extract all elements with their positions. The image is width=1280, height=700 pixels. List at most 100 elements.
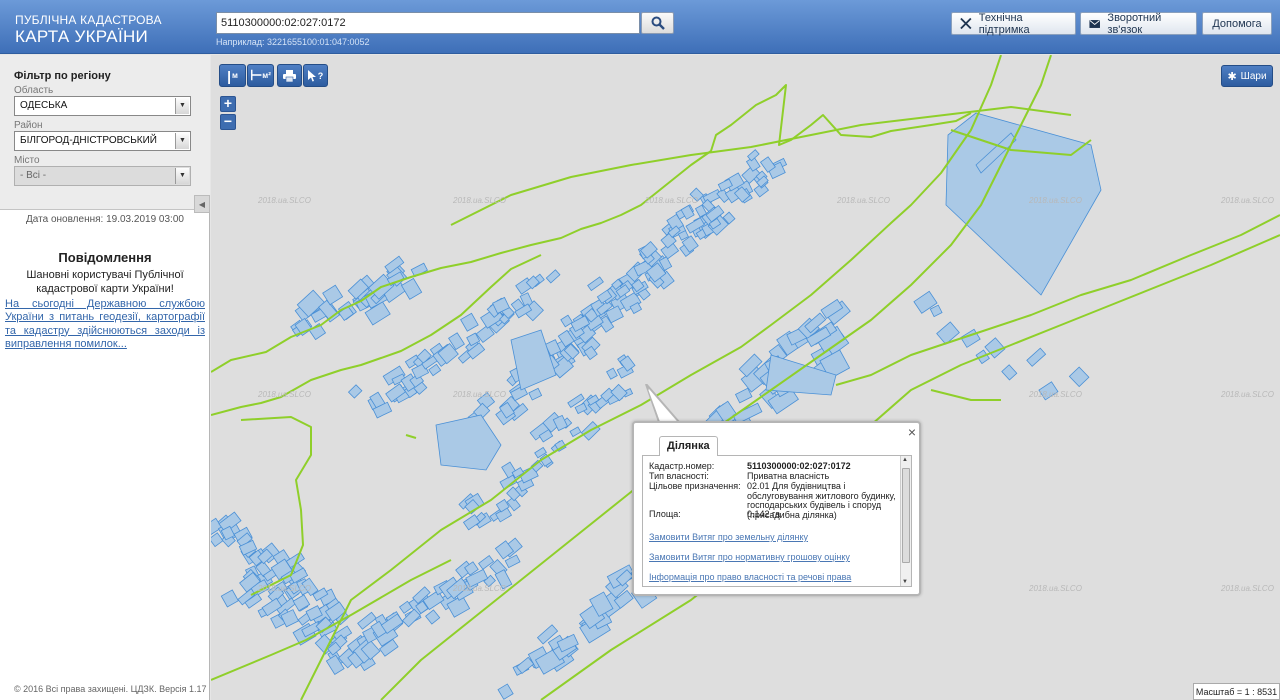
ownership-info-link[interactable]: Інформація про право власності та речові… [649,572,851,582]
city-select[interactable]: - Всі - ▼ [14,166,191,186]
chevron-down-icon[interactable]: ▼ [175,168,189,184]
row-key: Площа: [649,509,681,519]
land-parcel[interactable] [211,532,224,548]
identify-button[interactable]: ? [303,64,328,87]
logo-line-1: ПУБЛІЧНА КАДАСТРОВА [15,13,162,27]
boundary-line [405,434,417,439]
order-valuation-extract-link[interactable]: Замовити Витяг про нормативну грошову оц… [649,552,850,562]
land-parcel[interactable] [734,387,753,404]
rayon-select[interactable]: БІЛГОРОД-ДНІСТРОВСЬКИЙ ▼ [14,131,191,151]
land-parcel[interactable] [504,554,521,569]
measure-area-unit: м² [262,71,271,80]
layers-label: Шари [1240,70,1267,82]
print-icon [283,69,296,82]
land-parcel[interactable] [400,277,423,300]
map-drawing [211,55,1280,700]
popup-scrollbar[interactable]: ▲ ▼ [900,456,911,586]
land-parcel[interactable] [292,594,311,612]
row-value: 0.142 га [747,509,781,519]
cursor-icon [307,69,316,81]
land-parcel[interactable] [497,683,514,700]
notification-text: Шановні користувачі Публічної кадастрово… [26,269,184,295]
scrollbar-thumb[interactable] [902,468,910,563]
chevron-down-icon[interactable]: ▼ [175,133,189,149]
cadastral-search-input[interactable] [216,12,640,34]
map-canvas[interactable]: | м ⊢ м² ? + − ✱ Шари 2018.ua.SLCO 2018.ua… [211,55,1280,700]
watermark: 2018.ua.SLCO [258,196,311,205]
boundary-line [930,389,1001,401]
land-parcel[interactable] [425,609,441,625]
oblast-value: ОДЕСЬКА [20,100,68,111]
help-button[interactable]: Допомога [1202,12,1272,35]
popup-pointer [645,384,681,424]
copyright: © 2016 Всі права захищені. ЦДЗК. Версія … [14,684,207,694]
watermark: 2018.ua.SLCO [645,196,698,205]
land-parcel[interactable] [220,589,239,608]
print-button[interactable] [277,64,302,87]
sidebar: Фільтр по регіону Область ОДЕСЬКА ▼ Райо… [0,55,210,700]
land-parcel[interactable] [569,426,582,438]
land-parcel[interactable] [545,269,561,284]
update-date: Дата оновлення: 19.03.2019 03:00 [26,214,184,225]
notification-link[interactable]: На сьогодні Державною службою України з … [5,298,205,351]
oblast-label: Область [14,85,54,96]
scroll-up-icon[interactable]: ▲ [902,457,908,463]
land-parcel[interactable] [747,149,760,162]
search-hint: Наприклад: 3221655100:01:047:0052 [216,37,370,47]
watermark: 2018.ua.SLCO [1029,390,1082,399]
layers-button[interactable]: ✱ Шари [1221,65,1273,87]
area-ruler-icon: ⊢ [250,67,263,83]
land-parcel[interactable] [1026,347,1047,367]
tab-parcel[interactable]: Ділянка [659,436,718,456]
help-label: Допомога [1212,17,1262,30]
city-value: - Всі - [20,170,47,181]
rayon-label: Район [14,120,43,131]
popup-body: Кадастр.номер: 5110300000:02:027:0172 Ти… [642,455,912,587]
watermark: 2018.ua.SLCO [453,196,506,205]
filter-title: Фільтр по регіону [14,70,111,82]
watermark: 2018.ua.SLCO [1029,196,1082,205]
order-land-extract-link[interactable]: Замовити Витяг про земельну ділянку [649,532,808,542]
measure-line-unit: м [232,71,238,80]
site-logo[interactable]: ПУБЛІЧНА КАДАСТРОВА КАРТА УКРАЇНИ [15,14,162,45]
land-parcel[interactable] [606,367,618,380]
map-scale: Масштаб = 1 : 8531 [1193,683,1280,700]
collapse-sidebar-button[interactable]: ◀ [194,195,210,213]
zoom-in-button[interactable]: + [220,96,236,112]
region-filter-panel: Фільтр по регіону Область ОДЕСЬКА ▼ Райо… [0,55,210,213]
measure-distance-button[interactable]: | м [219,64,246,87]
chevron-left-icon: ◀ [198,199,206,209]
row-key: Цільове призначення: [649,481,741,491]
close-icon[interactable]: × [908,424,916,440]
land-parcel[interactable] [587,276,604,292]
watermark: 2018.ua.SLCO [258,390,311,399]
watermark: 2018.ua.SLCO [837,196,890,205]
feedback-label: Зворотний зв'язок [1107,11,1162,36]
notification-title: Повідомлення [58,250,152,265]
land-parcel[interactable] [428,363,442,377]
zoom-out-button[interactable]: − [220,114,236,130]
land-parcel[interactable] [528,387,543,401]
land-parcel[interactable] [560,314,574,328]
land-parcel[interactable] [1068,366,1090,388]
search-icon [651,16,665,30]
measure-area-button[interactable]: ⊢ м² [247,64,274,87]
land-parcel[interactable] [929,304,943,318]
ruler-icon: | [227,67,231,84]
logo-line-2: КАРТА УКРАЇНИ [15,27,149,46]
chevron-down-icon[interactable]: ▼ [175,98,189,114]
scroll-down-icon[interactable]: ▼ [902,579,908,585]
city-label: Місто [14,155,40,166]
tech-support-label: Технічна підтримка [978,11,1030,36]
land-parcel[interactable] [435,414,502,471]
tech-support-button[interactable]: Технічна підтримка [951,11,1076,36]
search-button[interactable] [641,12,674,34]
land-parcel[interactable] [1001,364,1018,381]
feedback-button[interactable]: Зворотний зв'язок [1080,11,1197,36]
watermark: 2018.ua.SLCO [258,584,311,593]
watermark: 2018.ua.SLCO [1221,196,1274,205]
oblast-select[interactable]: ОДЕСЬКА ▼ [14,96,191,116]
parcel-info-popup: × Ділянка Кадастр.номер: 5110300000:02:0… [632,421,921,596]
land-parcel[interactable] [347,384,363,399]
land-parcel[interactable] [460,312,479,332]
